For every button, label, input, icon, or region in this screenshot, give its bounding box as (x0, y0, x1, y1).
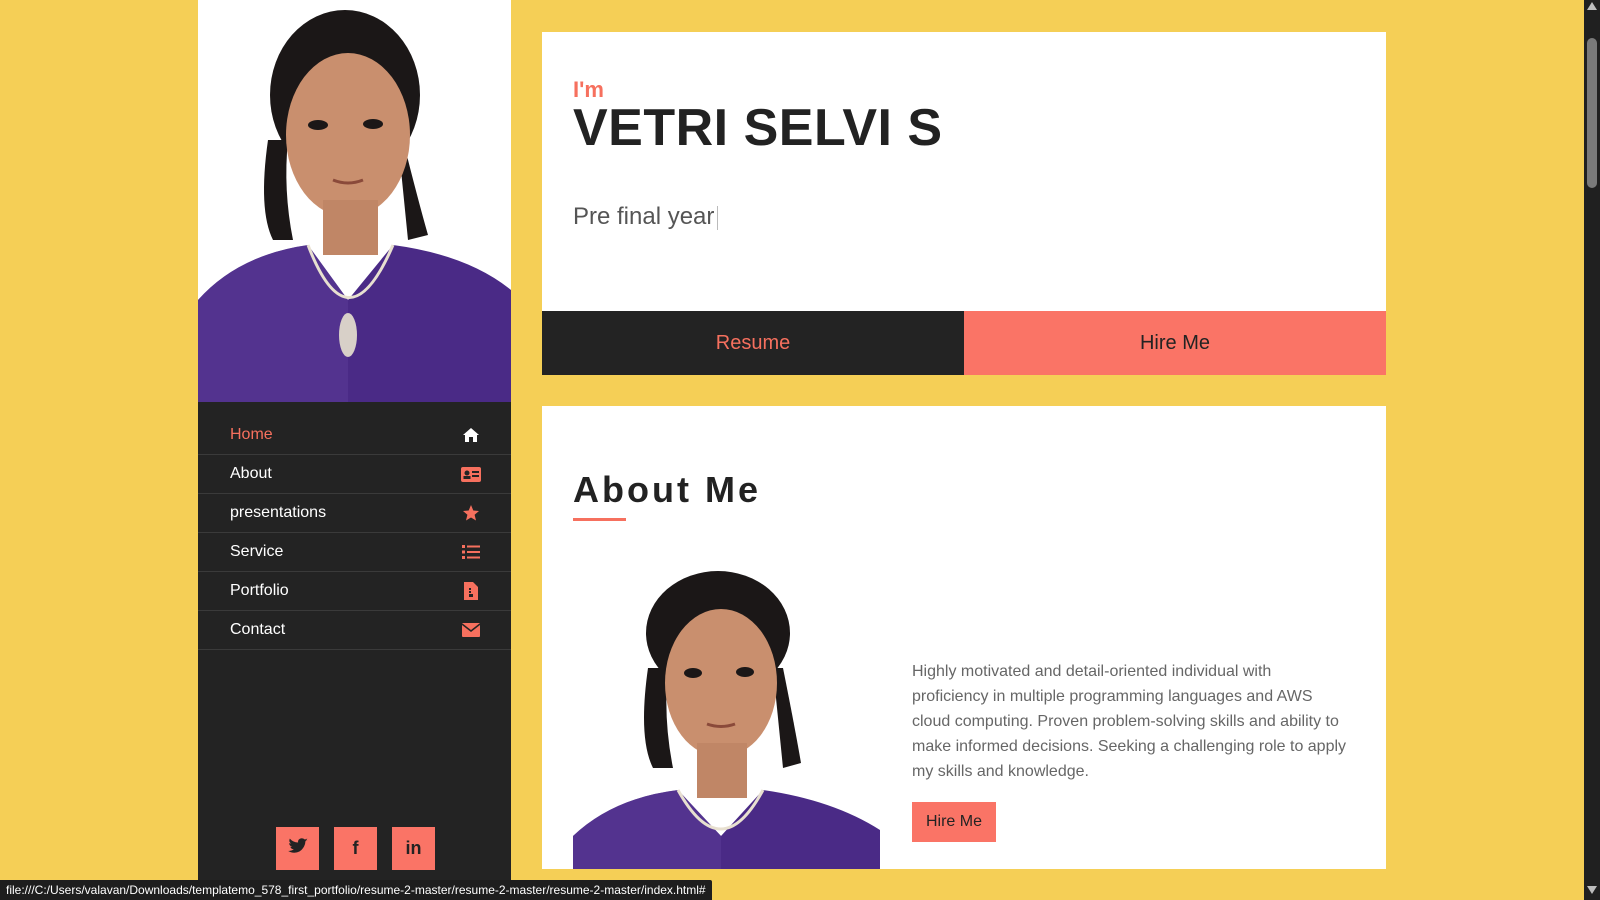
profile-photo (198, 0, 511, 402)
sidebar-item-label: Portfolio (230, 582, 289, 599)
social-links: f in (276, 827, 435, 870)
sidebar-item-presentations[interactable]: presentations (198, 494, 511, 533)
sidebar-item-label: Home (230, 426, 273, 443)
home-icon (461, 425, 481, 445)
hero-card: I'm VETRI SELVI S Pre final year Resume … (542, 32, 1386, 375)
twitter-icon (287, 837, 308, 860)
sidebar-item-label: Service (230, 543, 284, 560)
sidebar-item-contact[interactable]: Contact (198, 611, 511, 650)
about-description: Highly motivated and detail-oriented ind… (912, 663, 1347, 780)
hero-name: VETRI SELVI S (573, 99, 943, 157)
scroll-down-arrow-icon[interactable] (1584, 886, 1600, 898)
linkedin-button[interactable]: in (392, 827, 435, 870)
facebook-icon: f (352, 838, 359, 858)
scroll-up-arrow-icon[interactable] (1584, 2, 1600, 14)
document-icon (461, 581, 481, 601)
sidebar-nav: Home About presentations Service Portfol… (198, 416, 511, 650)
about-title: About Me (573, 469, 761, 510)
title-underline (573, 518, 626, 521)
hero-subtitle: Pre final year (573, 203, 719, 231)
sidebar-item-home[interactable]: Home (198, 416, 511, 455)
envelope-icon (461, 620, 481, 640)
status-bar-url: file:///C:/Users/valavan/Downloads/templ… (0, 880, 712, 900)
sidebar-item-portfolio[interactable]: Portfolio (198, 572, 511, 611)
sidebar-item-label: Contact (230, 621, 286, 638)
sidebar-item-label: About (230, 465, 272, 482)
twitter-button[interactable] (276, 827, 319, 870)
about-photo (573, 568, 880, 869)
sidebar-item-service[interactable]: Service (198, 533, 511, 572)
resume-button[interactable]: Resume (542, 311, 964, 375)
linkedin-icon: in (405, 838, 422, 858)
about-card: About Me Highly motivated and detail-ori… (542, 406, 1386, 869)
star-icon (461, 503, 481, 523)
list-icon (461, 542, 481, 562)
typing-caret (717, 205, 719, 230)
scrollbar[interactable] (1584, 0, 1600, 900)
sidebar: Home About presentations Service Portfol… (198, 0, 511, 900)
sidebar-item-about[interactable]: About (198, 455, 511, 494)
sidebar-item-label: presentations (230, 504, 327, 521)
id-card-icon (461, 464, 481, 484)
scrollbar-thumb[interactable] (1587, 38, 1597, 188)
facebook-button[interactable]: f (334, 827, 377, 870)
hire-me-button[interactable]: Hire Me (964, 311, 1386, 375)
hero-subtitle-text: Pre final year (573, 203, 715, 230)
hero-buttons: Resume Hire Me (542, 311, 1386, 375)
about-hire-me-button[interactable]: Hire Me (912, 802, 996, 842)
